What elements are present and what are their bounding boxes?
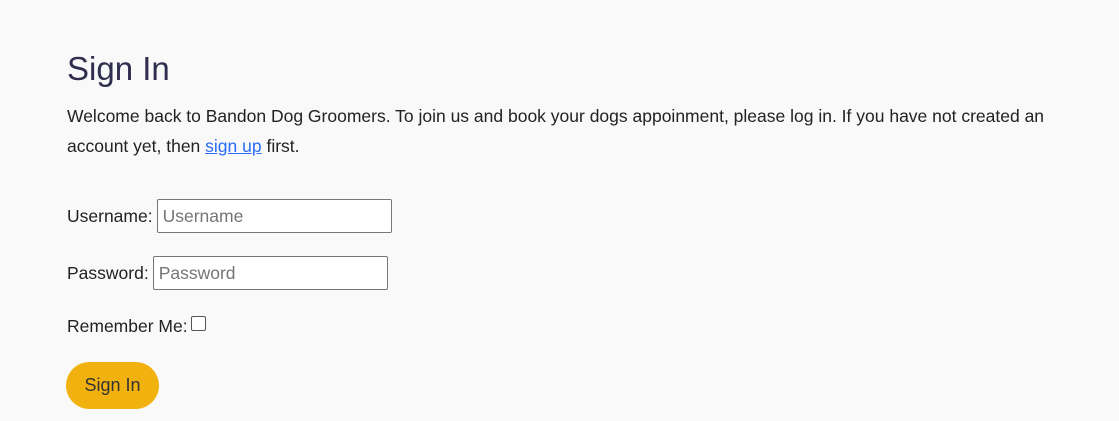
page-title: Sign In bbox=[67, 50, 170, 87]
username-label: Username: bbox=[67, 205, 153, 226]
intro-text-after: first. bbox=[261, 136, 300, 156]
sign-in-button[interactable]: Sign In bbox=[66, 362, 159, 409]
intro-text: Welcome back to Bandon Dog Groomers. To … bbox=[67, 101, 1107, 161]
username-row: Username: bbox=[67, 199, 392, 233]
sign-up-link[interactable]: sign up bbox=[205, 136, 261, 156]
remember-label: Remember Me: bbox=[67, 316, 188, 336]
remember-checkbox[interactable] bbox=[190, 316, 206, 331]
password-input[interactable] bbox=[152, 256, 388, 290]
remember-row: Remember Me: bbox=[67, 316, 206, 337]
password-label: Password: bbox=[67, 262, 149, 283]
password-row: Password: bbox=[67, 256, 388, 290]
username-input[interactable] bbox=[156, 199, 392, 233]
